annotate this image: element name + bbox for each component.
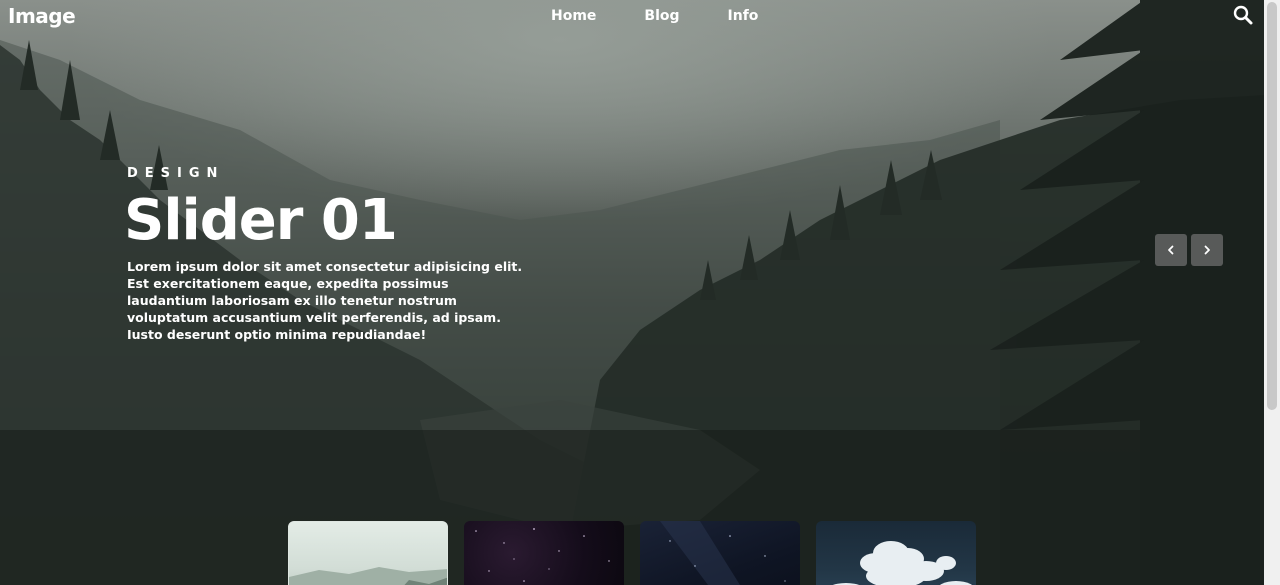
starfield-thumbnail-image xyxy=(475,528,610,582)
nav-link-blog[interactable]: Blog xyxy=(644,8,679,24)
scrollbar-thumb[interactable] xyxy=(1267,2,1277,410)
slider-prev-button[interactable] xyxy=(1155,234,1187,266)
chevron-left-icon xyxy=(1168,245,1174,255)
search-button[interactable] xyxy=(1232,4,1254,26)
hero-description: Lorem ipsum dolor sit amet consectetur a… xyxy=(127,259,523,342)
page: Image Home Blog Info DESIGN Slider 01 Lo… xyxy=(0,0,1280,585)
hero-category-label: DESIGN xyxy=(127,166,225,181)
clouds-thumbnail-image xyxy=(832,541,972,585)
nav-link-info[interactable]: Info xyxy=(728,8,759,24)
night-sky-thumbnail-image xyxy=(660,521,786,585)
slide-thumbnail[interactable] xyxy=(640,521,800,585)
hero-title: Slider 01 xyxy=(124,188,398,253)
misty-forest-thumbnail-image xyxy=(289,567,447,585)
nav-link-home[interactable]: Home xyxy=(551,8,596,24)
page-scrollbar[interactable] xyxy=(1264,0,1280,585)
slide-thumbnail[interactable] xyxy=(288,521,448,585)
slider-thumbnails xyxy=(288,521,976,585)
search-icon xyxy=(1233,5,1253,25)
slider-next-button[interactable] xyxy=(1191,234,1223,266)
site-logo[interactable]: Image xyxy=(8,4,76,28)
slide-thumbnail[interactable] xyxy=(816,521,976,585)
chevron-right-icon xyxy=(1204,245,1210,255)
main-nav: Home Blog Info xyxy=(551,8,758,24)
slide-thumbnail[interactable] xyxy=(464,521,624,585)
